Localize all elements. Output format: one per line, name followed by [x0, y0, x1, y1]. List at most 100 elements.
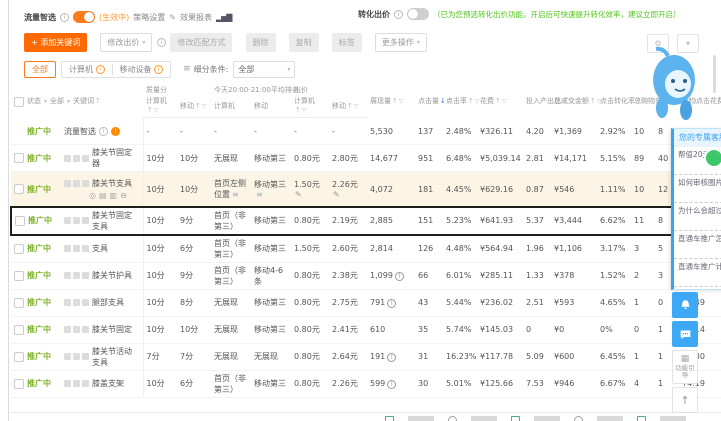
rank-detail-icon[interactable]: ≡: [256, 190, 263, 199]
table-row[interactable]: 推广中 流量智选 i ! - - - - - - 5,530 137 2.48%…: [11, 117, 721, 146]
bid-mobile-cell[interactable]: 2.60元: [329, 234, 367, 263]
bid-mobile-cell[interactable]: 2.80元: [329, 144, 367, 173]
subcol-quality-pc[interactable]: 计算机↑▽: [143, 95, 177, 119]
info-icon[interactable]: i: [60, 12, 69, 22]
row-checkbox[interactable]: [14, 243, 24, 254]
notification-bell-button[interactable]: [672, 292, 698, 318]
low-impression-icon[interactable]: !: [387, 352, 397, 362]
col-impressions[interactable]: 展现量↑▽: [367, 84, 415, 118]
col-gmv[interactable]: 总成交金额↑▽: [551, 84, 602, 118]
traffic-smart-select-toggle[interactable]: [73, 11, 95, 23]
assistant-mascot[interactable]: [648, 44, 702, 128]
table-row[interactable]: 推广中 膝关节活动支具 7分 7分 无展现 无展现 0.80元 2.64元 19…: [11, 343, 721, 371]
feature-guide-button[interactable]: ▦ 功能引导: [672, 350, 698, 384]
row-checkbox[interactable]: [14, 184, 24, 195]
col-clicks[interactable]: 点击量↓▽: [415, 84, 452, 118]
table-row[interactable]: 推广中 腿部支具 10分 8分 无展现 移动第三 0.80元 2.75元 791…: [11, 289, 721, 317]
condition-select[interactable]: 全部 ▾: [233, 60, 296, 78]
status-filter-dropdown[interactable]: 全部 ▾: [50, 97, 70, 106]
keyword-column-sort[interactable]: 关键词↑: [73, 97, 101, 106]
table-row[interactable]: 推广中 膝关节固定器 10分 10分 无展现 移动第三 0.80元 2.80元 …: [11, 144, 721, 173]
select-all-checkbox[interactable]: [14, 96, 24, 107]
help-link[interactable]: 如何审核图片功能: [674, 175, 721, 203]
delete-button[interactable]: 删除: [245, 33, 276, 52]
col-ctr[interactable]: 点击率↑▽: [443, 84, 480, 118]
help-link[interactable]: 直通车推广计划?: [674, 259, 721, 287]
bid-pc-cell[interactable]: -: [291, 117, 329, 146]
footer-checkbox-icon[interactable]: [637, 416, 646, 421]
report-link[interactable]: 效果报表: [180, 12, 212, 23]
bid-pc-cell[interactable]: 0.80元: [291, 144, 329, 173]
add-keyword-button[interactable]: + 添加关键词: [24, 33, 88, 52]
table-row[interactable]: 推广中 支具 10分 6分 首页（非第三） 移动第三 1.50元 2.60元 2…: [11, 234, 721, 263]
table-row[interactable]: 推广中 膝关节护具 10分 9分 首页（非第三） 移动4-6条 0.80元 2.…: [11, 262, 721, 290]
back-to-top-button[interactable]: ↑: [672, 387, 698, 413]
bid-pc-cell[interactable]: 0.80元: [291, 343, 329, 371]
edit-icon[interactable]: ✎: [169, 13, 176, 22]
modify-bid-dropdown[interactable]: 修改出价 ▾: [100, 33, 153, 52]
bid-pc-cell[interactable]: 1.50元: [291, 234, 329, 263]
bid-mobile-cell[interactable]: 2.26元: [329, 370, 367, 398]
tab-all[interactable]: 全部: [24, 60, 56, 78]
subcol-bid-pc[interactable]: 计算机↑▽: [291, 95, 329, 119]
table-row[interactable]: 推广中 膝盖支架 10分 6分 首页（非第三） 移动第三 0.80元 2.26元…: [11, 370, 721, 398]
tab-mobile[interactable]: 移动设备 i: [112, 61, 171, 77]
conversion-bid-toggle[interactable]: [407, 8, 429, 20]
footer-circle-icon[interactable]: [448, 416, 457, 421]
bid-pc-cell[interactable]: 0.80元: [291, 316, 329, 344]
scrollbar-thumb[interactable]: [713, 55, 716, 93]
col-roi[interactable]: 投入产出比↑▽: [523, 84, 574, 118]
more-actions-dropdown[interactable]: 更多操作 ▾: [374, 33, 427, 52]
footer-checkbox-icon[interactable]: [511, 416, 520, 421]
bid-pc-cell[interactable]: 0.80元: [291, 205, 329, 236]
low-impression-icon[interactable]: !: [394, 271, 404, 281]
bid-mobile-cell[interactable]: -: [329, 117, 367, 146]
footer-checkbox-icon[interactable]: [385, 416, 394, 421]
bid-pc-cell[interactable]: 0.80元: [291, 289, 329, 317]
row-checkbox[interactable]: [15, 215, 25, 226]
low-impression-icon[interactable]: !: [387, 298, 397, 308]
edit-bid-icon[interactable]: ✎: [295, 190, 302, 199]
strategy-settings-link[interactable]: 策略设置: [133, 12, 165, 23]
bid-pc-cell[interactable]: 1.50元✎: [291, 171, 329, 208]
help-link[interactable]: 为什么会超过日限额: [674, 203, 721, 231]
tab-computer[interactable]: 计算机 i: [62, 61, 112, 77]
bid-mobile-cell[interactable]: 2.41元: [329, 316, 367, 344]
keyword-action-icons[interactable]: ◎▤▥⊖: [64, 191, 140, 200]
modify-match-button[interactable]: 修改匹配方式: [170, 33, 233, 52]
info-icon[interactable]: i: [99, 126, 108, 136]
bid-mobile-cell[interactable]: 2.19元: [329, 205, 367, 236]
bid-mobile-cell[interactable]: 2.38元: [329, 262, 367, 290]
subcol-bid-mobile[interactable]: 移动↑▽: [329, 95, 367, 119]
online-service-badge[interactable]: [704, 148, 721, 168]
bid-mobile-cell[interactable]: 2.64元: [329, 343, 367, 371]
bar-chart-icon[interactable]: ▂▅▇: [216, 13, 233, 22]
rank-detail-icon[interactable]: ≡: [232, 190, 239, 199]
subcol-quality-mobile[interactable]: 移动↑▽: [177, 95, 211, 119]
status-column-dropdown[interactable]: 状态 ▾: [27, 97, 47, 106]
info-icon[interactable]: i: [394, 9, 403, 19]
low-impression-icon[interactable]: !: [387, 379, 397, 389]
copy-button[interactable]: 复制: [288, 33, 319, 52]
bid-mobile-cell[interactable]: 2.75元: [329, 289, 367, 317]
row-checkbox[interactable]: [14, 297, 24, 308]
bid-pc-cell[interactable]: 0.80元: [291, 262, 329, 290]
row-checkbox[interactable]: [14, 378, 24, 389]
row-checkbox[interactable]: [14, 153, 24, 164]
bid-pc-cell[interactable]: 0.80元: [291, 370, 329, 398]
table-row[interactable]: 推广中 膝关节支具 ◎▤▥⊖ 10分 10分 首页左侧位置 ≡ 移动第三≡ 1.5…: [11, 171, 721, 208]
row-checkbox[interactable]: [14, 324, 24, 335]
help-link[interactable]: 直通车推广怎么开: [674, 231, 721, 259]
col-cvr[interactable]: 点击转化率↑▽: [597, 84, 648, 118]
tag-button[interactable]: 标签: [331, 33, 362, 52]
col-cost[interactable]: 花费↑▽: [477, 84, 523, 118]
table-row[interactable]: 推广中 膝关节固定 10分 10分 无展现 移动第三 0.80元 2.41元 6…: [11, 316, 721, 344]
footer-circle-icon[interactable]: [574, 416, 583, 421]
edit-bid-icon[interactable]: ✎: [333, 190, 340, 199]
chat-button[interactable]: [672, 321, 698, 347]
row-checkbox[interactable]: [14, 351, 24, 362]
row-checkbox[interactable]: [14, 270, 24, 281]
bid-mobile-cell[interactable]: 2.26元✎: [329, 171, 367, 208]
table-row[interactable]: 推广中 膝关节固定支具 10分 9分 首页（非第三） 移动第三 0.80元 2.…: [10, 205, 721, 236]
info-icon[interactable]: i: [156, 38, 166, 47]
